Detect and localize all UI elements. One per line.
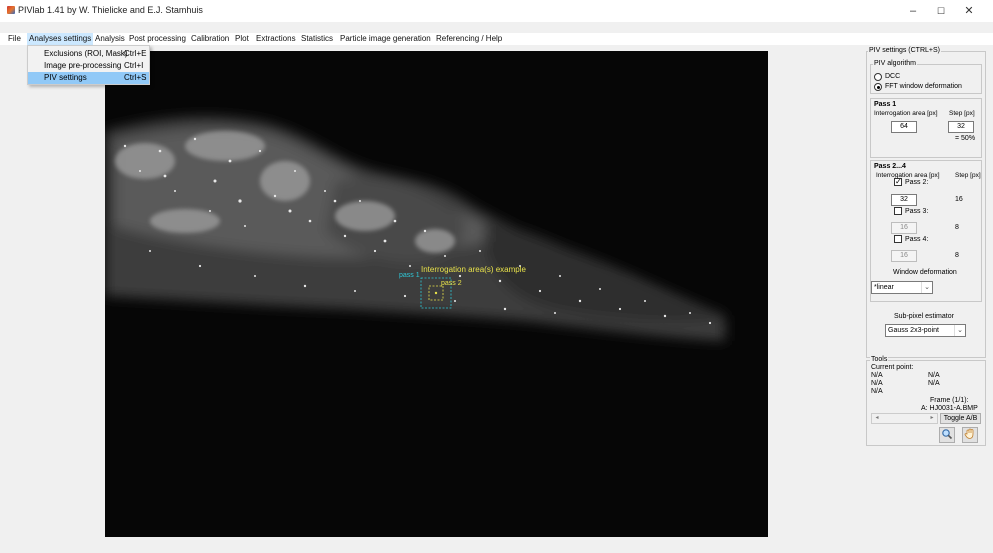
- current-y-value: N/A: [928, 372, 940, 379]
- current-info-value: N/A: [871, 388, 883, 395]
- menu-item-shortcut: Ctrl+E: [124, 49, 147, 58]
- menu-item-exclusions[interactable]: Exclusions (ROI, Mask) Ctrl+E: [28, 48, 149, 60]
- piv-image-view[interactable]: pass 1 Interrogation area(s) example pas…: [105, 51, 768, 537]
- pass2-label: pass 2: [441, 280, 462, 287]
- pass1-label: pass 1: [399, 272, 420, 279]
- chevron-down-icon: ⌄: [954, 325, 965, 336]
- pass1-area-label: Interrogation area [px]: [874, 110, 938, 117]
- pass1-step-input[interactable]: 32: [948, 121, 974, 133]
- chevron-down-icon: ⌄: [921, 282, 932, 293]
- pass2-4-step-label: Step [px]: [955, 172, 981, 179]
- menu-item-label: PIV settings: [44, 73, 87, 82]
- tools-title: Tools: [870, 356, 889, 364]
- window-deformation-label: Window deformation: [893, 269, 957, 276]
- menu-referencing-help[interactable]: Referencing / Help: [434, 33, 504, 45]
- menu-post-processing[interactable]: Post processing: [127, 33, 188, 45]
- dcc-label: DCC: [885, 73, 901, 80]
- fft-label: FFT window deformation: [885, 83, 962, 90]
- title-bar: PIVlab 1.41 by W. Thielicke and E.J. Sta…: [0, 0, 993, 22]
- menu-plot[interactable]: Plot: [233, 33, 251, 45]
- app-window: PIVlab 1.41 by W. Thielicke and E.J. Sta…: [0, 0, 993, 553]
- current-u-value: N/A: [871, 380, 883, 387]
- pan-icon-graphic: [964, 428, 974, 439]
- current-v-value: N/A: [928, 380, 940, 387]
- matlab-logo-icon: [7, 6, 15, 14]
- pass3-area-input[interactable]: 16: [891, 222, 917, 234]
- menu-bar: File Analyses settings Analysis Post pro…: [0, 33, 993, 45]
- pass2-label: Pass 2:: [905, 179, 929, 186]
- particle-image: pass 1 Interrogation area(s) example pas…: [105, 51, 768, 537]
- menu-item-shortcut: Ctrl+I: [124, 61, 144, 70]
- subpixel-label: Sub-pixel estimator: [894, 313, 954, 320]
- window-deformation-select[interactable]: *linear ⌄: [871, 281, 933, 294]
- subpixel-value: Gauss 2x3-point: [888, 327, 939, 334]
- menu-particle-image-generation[interactable]: Particle image generation: [338, 33, 433, 45]
- fft-window-deformation-radio[interactable]: [874, 83, 882, 91]
- menu-extractions[interactable]: Extractions: [254, 33, 298, 45]
- window-title: PIVlab 1.41 by W. Thielicke and E.J. Sta…: [18, 5, 203, 15]
- toggle-ab-button[interactable]: Toggle A/B: [940, 413, 981, 424]
- subpixel-select[interactable]: Gauss 2x3-point ⌄: [885, 324, 966, 337]
- menu-analysis[interactable]: Analysis: [93, 33, 127, 45]
- pass2-checkbox[interactable]: ✓: [894, 178, 902, 186]
- dcc-radio[interactable]: [874, 73, 882, 81]
- pass2-4-title: Pass 2...4: [874, 163, 906, 170]
- menu-item-image-preprocessing[interactable]: Image pre-processing Ctrl+I: [28, 60, 149, 72]
- menu-statistics[interactable]: Statistics: [299, 33, 335, 45]
- pass3-checkbox[interactable]: [894, 207, 902, 215]
- pass2-step-value: 16: [955, 196, 963, 203]
- menu-calibration[interactable]: Calibration: [189, 33, 231, 45]
- frame-label: Frame (1/1):: [930, 397, 969, 404]
- analyses-settings-dropdown: Exclusions (ROI, Mask) Ctrl+E Image pre-…: [27, 45, 150, 85]
- frame-scrollbar[interactable]: ◂ ▸: [871, 413, 938, 424]
- hand-icon[interactable]: [962, 427, 978, 443]
- pass2-area-input[interactable]: 32: [891, 194, 917, 206]
- pass1-title: Pass 1: [874, 101, 897, 108]
- pass3-label: Pass 3:: [905, 208, 929, 215]
- pass4-checkbox[interactable]: [894, 235, 902, 243]
- pass3-step-value: 8: [955, 224, 959, 231]
- menu-item-label: Image pre-processing: [44, 61, 122, 70]
- current-x-value: N/A: [871, 372, 883, 379]
- menu-analyses-settings[interactable]: Analyses settings: [27, 33, 94, 45]
- magnifier-icon[interactable]: [939, 427, 955, 443]
- zoom-icon-graphic: [942, 429, 953, 440]
- pass4-step-value: 8: [955, 252, 959, 259]
- scroll-left-icon[interactable]: ◂: [872, 414, 882, 423]
- menu-item-piv-settings[interactable]: PIV settings Ctrl+S: [28, 72, 149, 84]
- menu-file[interactable]: File: [6, 33, 23, 45]
- pass1-overlap: = 50%: [955, 135, 976, 142]
- example-label: Interrogation area(s) example: [421, 265, 526, 274]
- frame-filename: A: HJ0031-A.BMP: [921, 405, 978, 412]
- piv-algorithm-title: PIV algorithm: [873, 60, 918, 68]
- maximize-button[interactable]: ☐: [934, 5, 948, 17]
- piv-settings-title: PIV settings (CTRL+S): [868, 47, 941, 55]
- scroll-right-icon[interactable]: ▸: [927, 414, 937, 423]
- current-point-label: Current point:: [871, 364, 914, 371]
- pass1-area-input[interactable]: 64: [891, 121, 917, 133]
- menu-item-shortcut: Ctrl+S: [124, 73, 147, 82]
- pass1-step-label: Step [px]: [949, 110, 975, 117]
- pass4-label: Pass 4:: [905, 236, 929, 243]
- pass4-area-input[interactable]: 16: [891, 250, 917, 262]
- menu-item-label: Exclusions (ROI, Mask): [44, 49, 128, 58]
- close-button[interactable]: ✕: [962, 5, 976, 17]
- minimize-button[interactable]: –: [906, 5, 920, 17]
- window-deformation-value: *linear: [874, 284, 894, 291]
